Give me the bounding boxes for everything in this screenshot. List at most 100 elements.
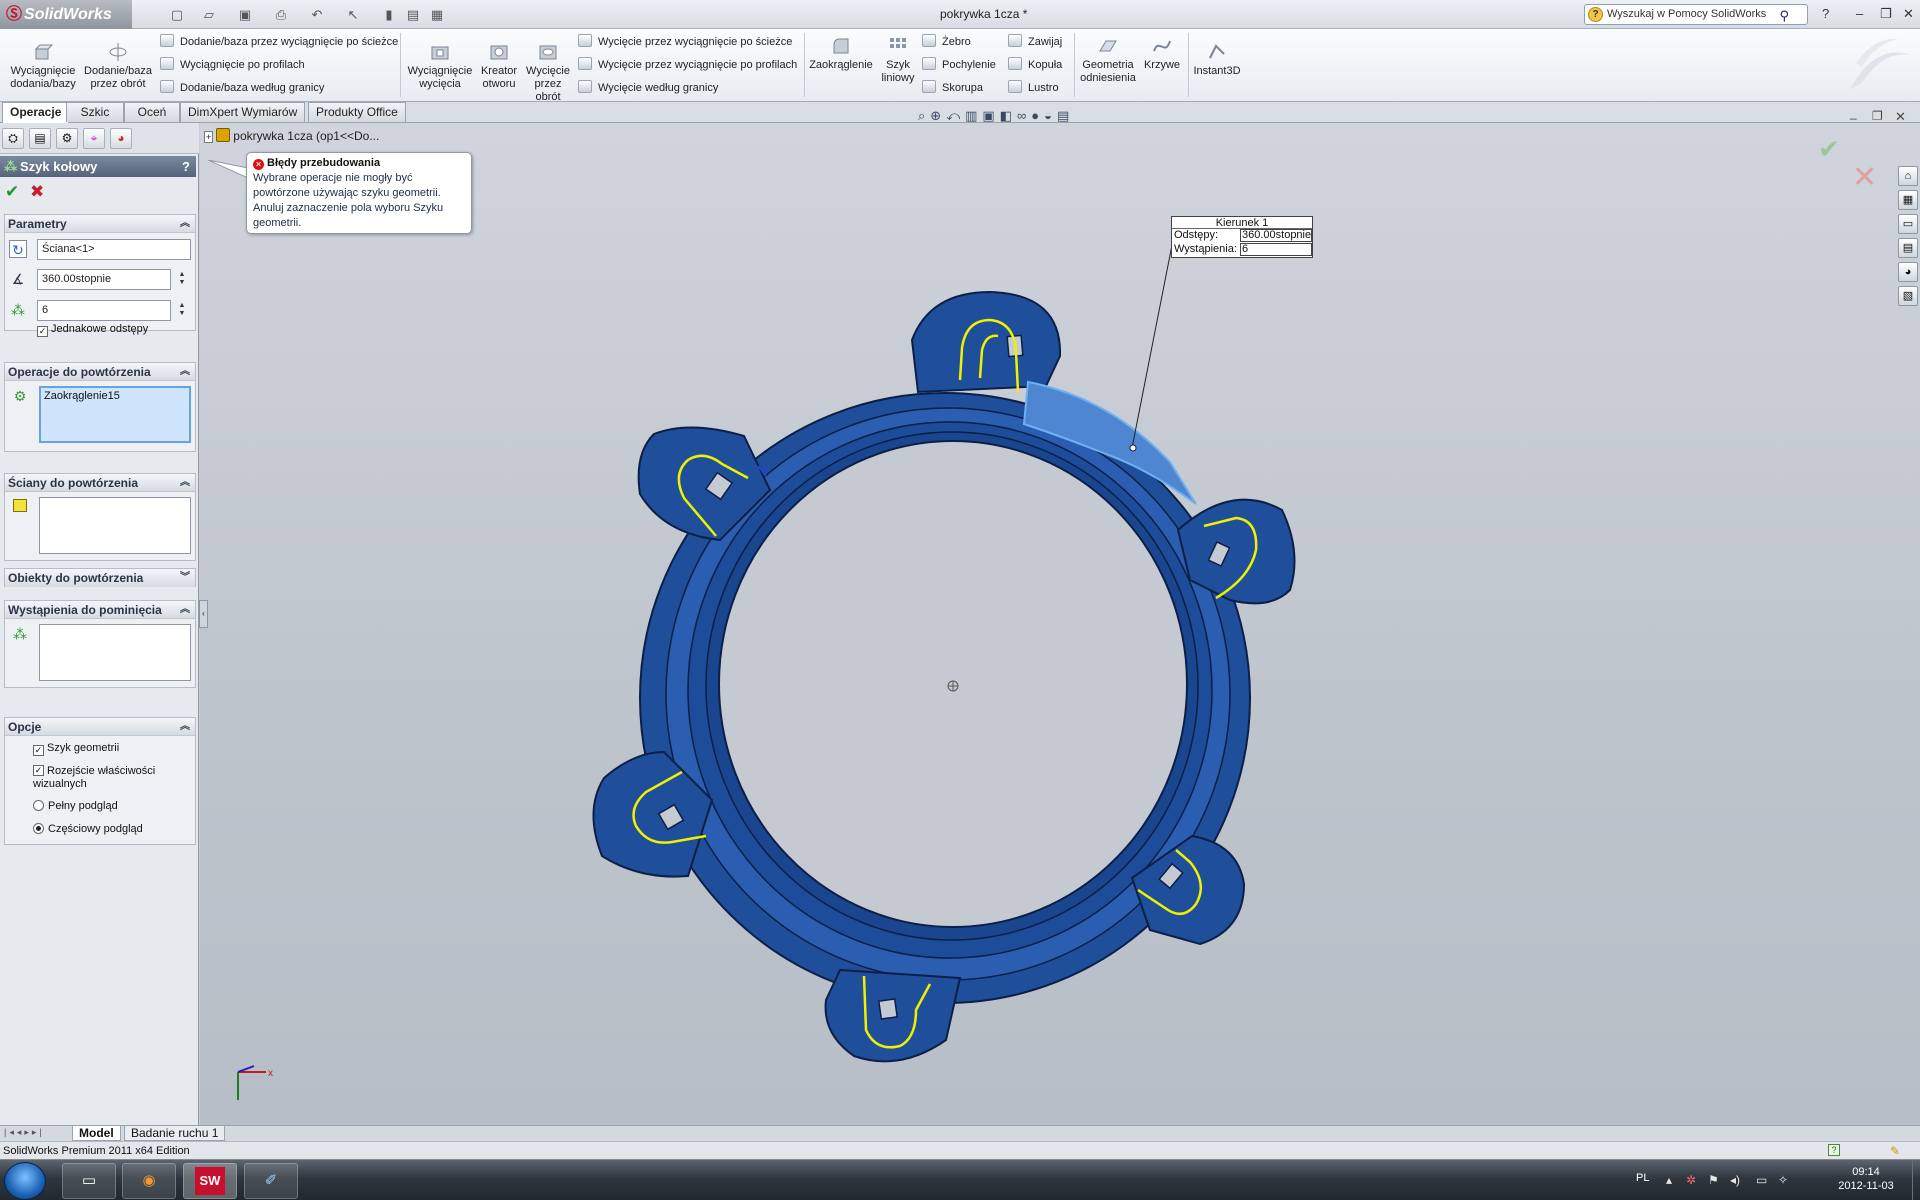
new-document-icon[interactable]: ▢ <box>168 6 186 23</box>
pattern-axis-field[interactable]: Ściana<1> <box>37 239 191 260</box>
system-clock[interactable]: 09:14 2012-11-03 <box>1826 1165 1906 1193</box>
close-window-button[interactable]: ✕ <box>1903 6 1914 22</box>
viewport-restore-button[interactable]: ❐ <box>1872 109 1883 123</box>
collapse-chevron-icon[interactable]: ︽ <box>180 601 190 619</box>
paint-taskbar-icon[interactable]: ✐ <box>244 1163 298 1199</box>
solidworks-logo[interactable]: Ⓢ SolidWorks <box>0 0 132 29</box>
appearances-icon[interactable]: ◕ <box>1898 262 1918 282</box>
status-pencil-icon[interactable]: ✎ <box>1890 1142 1900 1160</box>
restore-window-button[interactable]: ❐ <box>1880 6 1892 22</box>
rebuild-icon[interactable]: ▮ <box>380 6 398 23</box>
linear-pattern-button[interactable]: Szyk liniowy <box>876 35 920 85</box>
pm-help-button[interactable]: ? <box>182 156 190 177</box>
instances-field[interactable]: 6 <box>37 300 171 321</box>
skip-group-header[interactable]: Wystąpienia do pominięcia ︽ <box>5 601 195 619</box>
previous-view-icon[interactable]: ⤺ <box>946 108 965 123</box>
draft-button[interactable]: Pochylenie <box>922 55 996 75</box>
display-style-icon[interactable]: ◧ <box>1000 108 1017 123</box>
part-model[interactable]: x <box>200 123 1920 1125</box>
firefox-taskbar-icon[interactable]: ◉ <box>122 1163 176 1199</box>
configuration-manager-tab-icon[interactable]: ⚙ <box>56 128 78 149</box>
tab-model[interactable]: Model <box>72 1126 121 1141</box>
cancel-button[interactable]: ✖ <box>30 182 44 202</box>
language-indicator[interactable]: PL <box>1636 1172 1649 1184</box>
direction-handle[interactable] <box>1129 444 1137 452</box>
tray-expand-icon[interactable]: ▴ <box>1666 1173 1672 1187</box>
zoom-to-fit-icon[interactable]: ⌕ <box>918 108 930 123</box>
boundary-cut-button[interactable]: Wycięcie według granicy <box>578 78 718 98</box>
scene-icon[interactable]: ◒ <box>1044 108 1057 123</box>
search-icon[interactable]: ⚲ <box>1779 6 1789 25</box>
spacing-value-field[interactable]: 360.00stopnie <box>1240 229 1312 242</box>
loft-boss-button[interactable]: Wyciągnięcie po profilach <box>160 55 305 75</box>
zoom-area-icon[interactable]: ⊕ <box>930 108 946 123</box>
feature-manager-tab-icon[interactable]: ⛭ <box>2 128 24 149</box>
minimize-window-button[interactable]: – <box>1856 6 1863 21</box>
file-properties-icon[interactable]: ▤ <box>404 6 422 23</box>
panel-splitter-handle[interactable]: ‹ <box>199 600 208 628</box>
rib-button[interactable]: Żebro <box>922 32 971 52</box>
geometry-pattern-checkbox[interactable]: ✓ Szyk geometrii <box>33 742 119 756</box>
options-group-header[interactable]: Opcje ︽ <box>5 718 195 736</box>
direction-callout[interactable]: Kierunek 1 Odstępy: 360.00stopnie Wystąpi… <box>1171 216 1313 258</box>
undo-icon[interactable]: ↶ <box>308 6 326 23</box>
help-menu-button[interactable]: ? <box>1822 6 1829 21</box>
angle-spinner[interactable]: ▲ ▼ <box>177 271 187 287</box>
sweep-cut-button[interactable]: Wycięcie przez wyciągnięcie po ścieżce <box>578 32 792 52</box>
equal-spacing-checkbox[interactable]: ✓ Jednakowe odstępy <box>37 323 148 337</box>
custom-properties-icon[interactable]: ▧ <box>1898 286 1918 306</box>
faces-group-header[interactable]: Ściany do powtórzenia ︽ <box>5 474 195 492</box>
view-settings-icon[interactable]: ▤ <box>1057 108 1074 123</box>
start-button[interactable] <box>4 1162 46 1200</box>
tab-sketch[interactable]: Szkic <box>66 102 124 122</box>
partial-preview-radio[interactable]: Częściowy podgląd <box>33 823 143 835</box>
curves-button[interactable]: Krzywe <box>1138 35 1186 72</box>
dimxpert-manager-tab-icon[interactable]: ⌖ <box>83 128 105 149</box>
options-icon[interactable]: ▦ <box>428 6 446 23</box>
hide-show-icon[interactable]: ∞ <box>1017 108 1031 123</box>
tab-features[interactable]: Operacje <box>2 102 70 123</box>
show-desktop-button[interactable] <box>1912 1160 1920 1200</box>
dome-button[interactable]: Kopuła <box>1008 55 1062 75</box>
explorer-taskbar-icon[interactable]: ▭ <box>62 1163 116 1199</box>
collapse-chevron-icon[interactable]: ︽ <box>180 474 190 492</box>
wrap-button[interactable]: Zawijaj <box>1008 32 1062 52</box>
revolve-boss-button[interactable]: Dodanie/baza przez obrót <box>82 41 154 91</box>
tab-office-products[interactable]: Produkty Office <box>308 102 406 122</box>
status-help-icon[interactable]: ? <box>1828 1144 1840 1156</box>
view-orientation-icon[interactable]: ▣ <box>982 108 999 123</box>
help-search-input[interactable]: ? Wyszukaj w Pomocy SolidWorks ⚲ <box>1584 4 1808 25</box>
instant3d-button[interactable]: Instant3D <box>1190 41 1244 78</box>
tray-network-icon[interactable]: ⚑ <box>1708 1173 1719 1187</box>
reference-geometry-button[interactable]: Geometria odniesienia <box>1078 35 1138 85</box>
appearance-icon[interactable]: ● <box>1031 108 1044 123</box>
confirm-cancel-icon[interactable]: ✕ <box>1852 160 1877 195</box>
extrude-cut-button[interactable]: Wyciągnięcie wycięcia <box>406 41 474 91</box>
faces-list[interactable] <box>39 497 191 554</box>
display-manager-tab-icon[interactable]: ◕ <box>110 128 132 149</box>
tray-update-icon[interactable]: ✧ <box>1778 1173 1788 1187</box>
tab-dimxpert[interactable]: DimXpert Wymiarów <box>180 102 306 122</box>
viewport-minimize-button[interactable]: – <box>1850 111 1857 125</box>
tab-evaluate[interactable]: Oceń <box>124 102 180 122</box>
revolve-cut-button[interactable]: Wycięcie przez obrót <box>524 41 572 104</box>
instances-spinner[interactable]: ▲ ▼ <box>177 302 187 318</box>
collapse-chevron-icon[interactable]: ︽ <box>180 215 190 233</box>
tray-volume-icon[interactable]: ◂) <box>1730 1173 1740 1187</box>
tab-motion-study[interactable]: Badanie ruchu 1 <box>124 1126 226 1141</box>
skip-instances-list[interactable] <box>39 624 191 681</box>
open-icon[interactable]: ▱ <box>200 6 218 23</box>
confirm-ok-icon[interactable]: ✔ <box>1818 134 1840 165</box>
parameters-group-header[interactable]: Parametry ︽ <box>5 215 195 233</box>
ok-button[interactable]: ✔ <box>5 182 19 202</box>
viewport-close-button[interactable]: ✕ <box>1895 109 1906 125</box>
section-view-icon[interactable]: ▥ <box>965 108 982 123</box>
hole-wizard-button[interactable]: Kreator otworu <box>476 41 522 91</box>
collapse-chevron-icon[interactable]: ︽ <box>180 363 190 381</box>
tray-display-icon[interactable]: ▭ <box>1756 1173 1767 1187</box>
save-icon[interactable]: ▣ <box>236 6 254 23</box>
tray-antivirus-icon[interactable]: ✲ <box>1686 1173 1696 1187</box>
tab-scroll-arrows[interactable]: |◂◂▸▸| <box>4 1127 45 1138</box>
collapse-chevron-icon[interactable]: ︽ <box>180 718 190 736</box>
property-manager-tab-icon[interactable]: ▤ <box>29 128 51 149</box>
